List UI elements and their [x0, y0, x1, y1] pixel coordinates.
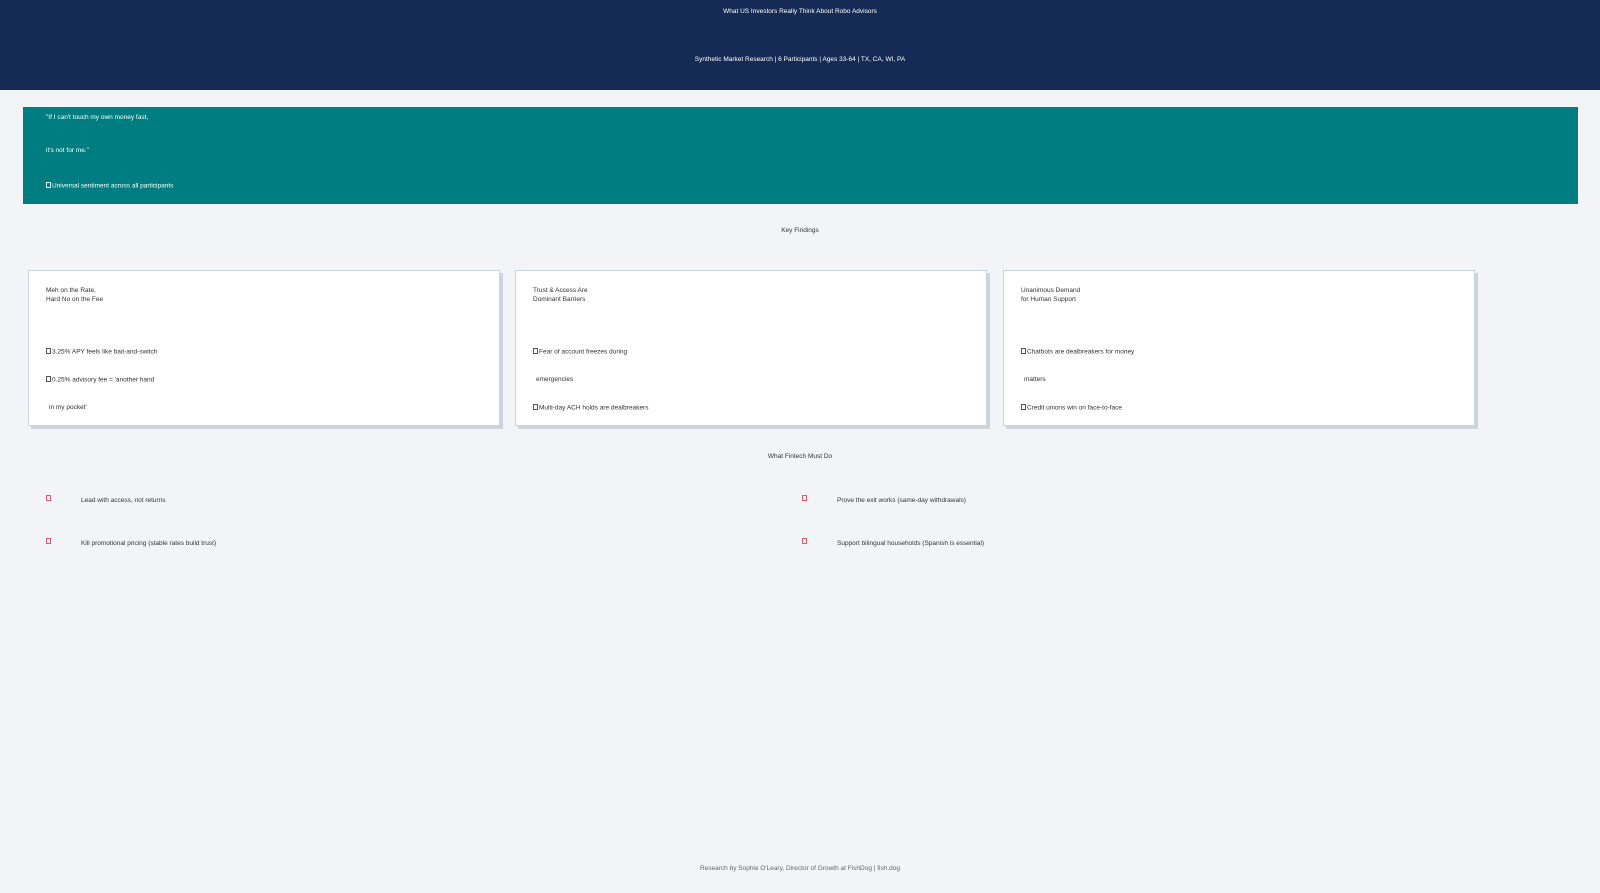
users-icon: [46, 182, 51, 188]
quote-line-2: it's not for me.": [46, 147, 89, 154]
card-title: Unanimous Demand for Human Support: [1021, 287, 1081, 303]
list-item-continuation: in my pocket': [49, 404, 87, 411]
finding-card-fees: Meh on the Rate, Hard No on the Fee 3.25…: [28, 270, 500, 426]
list-item: Credit unions win on face-to-face: [1021, 404, 1122, 412]
list-item-text: 3.25% APY feels like bait-and-switch: [52, 348, 158, 356]
bullet-icon: [1021, 404, 1026, 410]
action-item: Prove the exit works (same-day withdrawa…: [837, 497, 966, 504]
bullet-icon: [1021, 348, 1026, 354]
list-item-continuation: emergencies: [536, 376, 574, 383]
list-item: Fear of account freezes during: [533, 348, 627, 356]
card-title: Meh on the Rate, Hard No on the Fee: [46, 287, 104, 303]
bullet-icon: [533, 348, 538, 354]
finding-card-human-support: Unanimous Demand for Human Support Chatb…: [1003, 270, 1475, 426]
bullet-icon: [533, 404, 538, 410]
check-icon: [802, 538, 807, 544]
page-header: What US Investors Really Think About Rob…: [0, 0, 1600, 90]
action-item: Support bilingual households (Spanish is…: [837, 540, 985, 547]
check-icon: [802, 495, 807, 501]
list-item: Multi-day ACH holds are dealbreakers: [533, 404, 648, 412]
quote-attribution-text: Universal sentiment across all participa…: [52, 182, 174, 190]
card-title: Trust & Access Are Dominant Barriers: [533, 287, 588, 303]
quote-line-1: "If I can't touch my own money fast,: [46, 114, 149, 121]
list-item: 3.25% APY feels like bait-and-switch: [46, 348, 157, 356]
list-item-text: Credit unions win on face-to-face: [1027, 404, 1123, 412]
key-findings-heading: Key Findings: [781, 227, 819, 234]
list-item-text: 0.25% advisory fee = 'another hand: [52, 376, 155, 384]
check-icon: [46, 495, 51, 501]
finding-card-trust: Trust & Access Are Dominant Barriers Fea…: [515, 270, 987, 426]
list-item-text: Multi-day ACH holds are dealbreakers: [539, 404, 649, 412]
quote-banner: "If I can't touch my own money fast, it'…: [23, 107, 1578, 204]
bullet-icon: [46, 348, 51, 354]
list-item-text: Chatbots are dealbreakers for money: [1027, 348, 1135, 356]
quote-attribution: Universal sentiment across all participa…: [46, 182, 173, 190]
actions-heading: What Fintech Must Do: [767, 453, 833, 460]
page-subtitle: Synthetic Market Research | 6 Participan…: [694, 56, 906, 63]
action-item: Lead with access, not returns: [81, 497, 166, 504]
footer-credit: Research by Sophie O'Leary, Director of …: [699, 865, 901, 872]
list-item: Chatbots are dealbreakers for money: [1021, 348, 1134, 356]
list-item-text: Fear of account freezes during: [539, 348, 628, 356]
check-icon: [46, 538, 51, 544]
list-item: 0.25% advisory fee = 'another hand: [46, 376, 154, 384]
action-item: Kill promotional pricing (stable rates b…: [81, 540, 217, 547]
list-item-continuation: matters: [1024, 376, 1046, 383]
page-title: What US Investors Really Think About Rob…: [723, 8, 877, 15]
bullet-icon: [46, 376, 51, 382]
